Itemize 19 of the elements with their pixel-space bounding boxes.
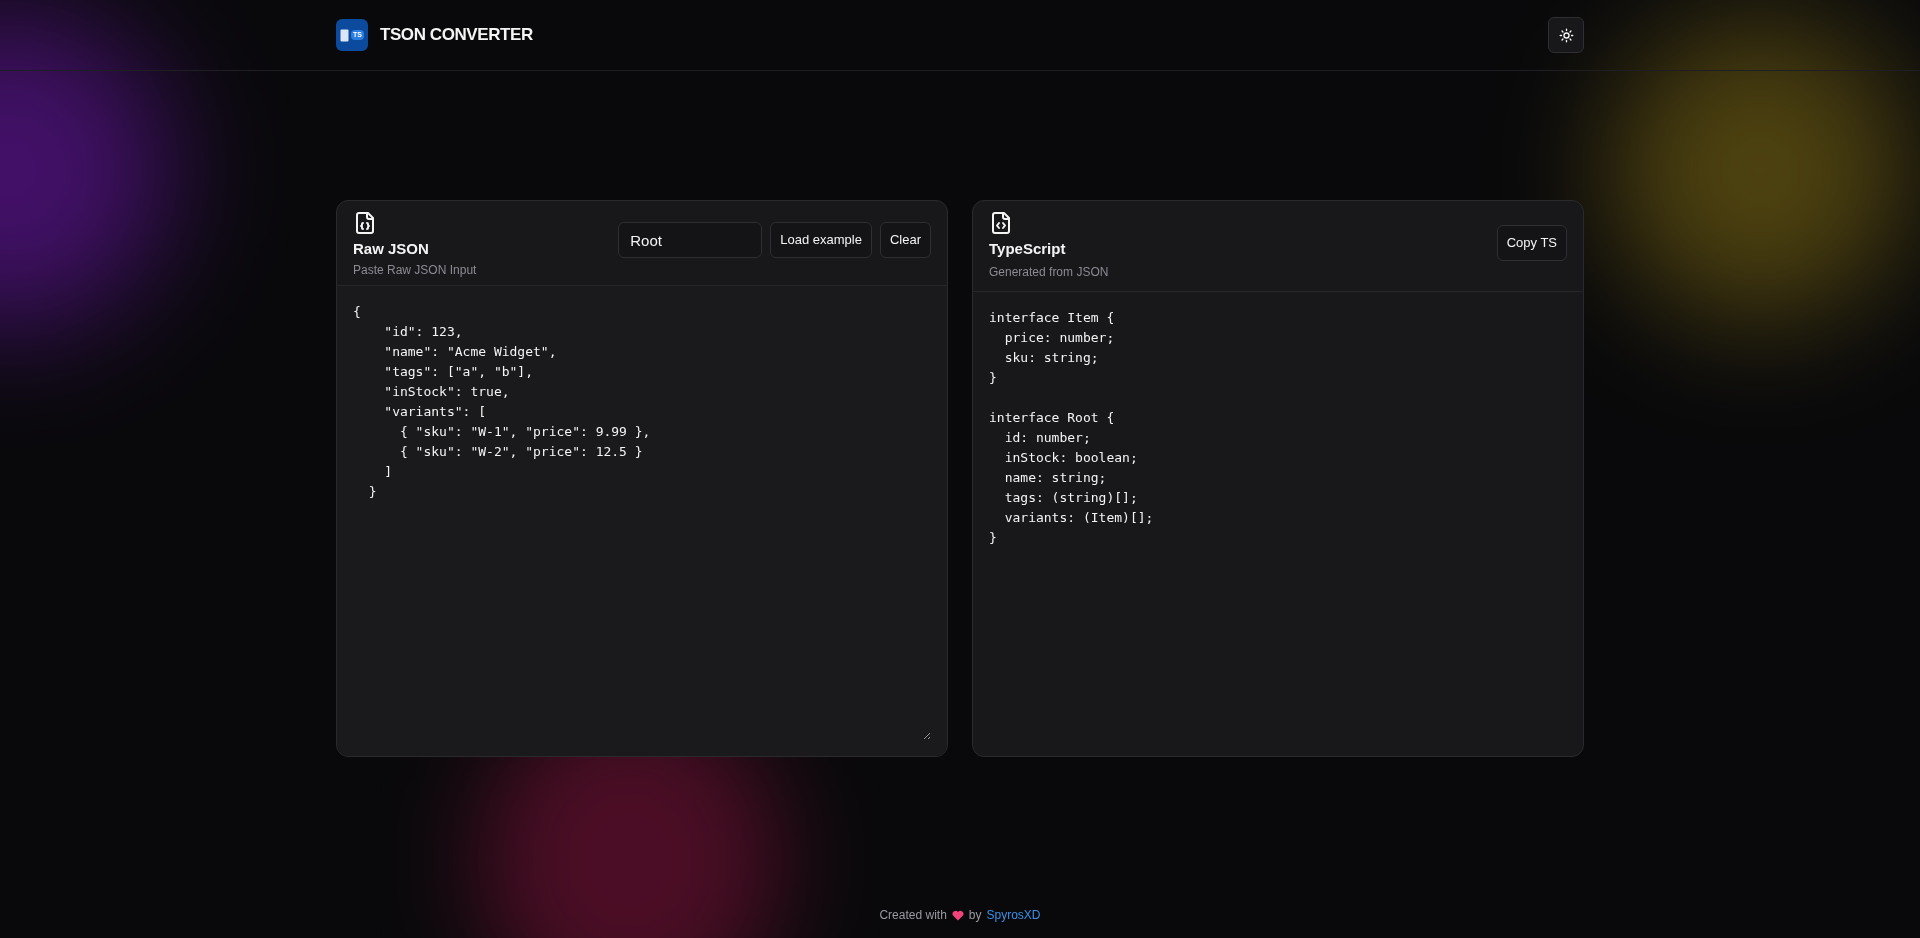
card-subtitle: Paste Raw JSON Input (353, 261, 477, 279)
author-link[interactable]: SpyrosXD (986, 906, 1041, 924)
copy-button[interactable]: Copy TS (1496, 225, 1567, 261)
card-title: Raw JSON (353, 239, 430, 259)
footer-text: Created with (879, 907, 947, 924)
typescript-code: interface Item { price: number; sku: string; } interface Root { id: number; inStock: boolean; name: string; tags: (string)[]; variants: (Item)[]; } (989, 308, 1155, 547)
document-icon (340, 28, 349, 42)
file-code-icon (989, 211, 1013, 235)
card-title: TypeScript (989, 239, 1067, 259)
footer-text: by (968, 907, 982, 924)
theme-toggle-button[interactable] (1548, 17, 1584, 53)
clear-button[interactable]: Clear (879, 222, 931, 258)
card-subtitle: Generated from JSON (989, 263, 1109, 281)
file-code-icon (353, 211, 377, 235)
load-example-button[interactable]: Load example (770, 222, 872, 258)
heart-icon (951, 909, 964, 921)
sun-icon (1558, 27, 1574, 43)
app-title: TSON CONVERTER (380, 24, 533, 47)
root-name-field[interactable]: Root (618, 222, 763, 258)
